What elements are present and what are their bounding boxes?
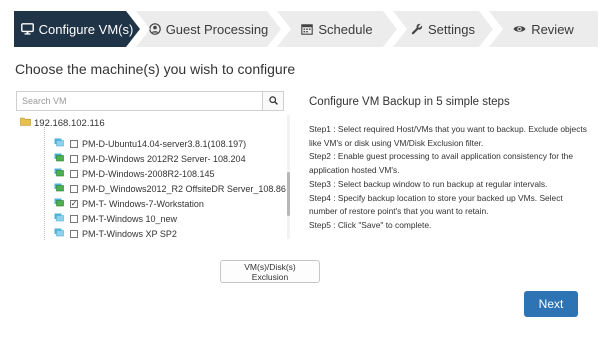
vm-offline-icon — [54, 228, 64, 239]
instruction-step: Step1 : Select required Host/VMs that yo… — [309, 124, 587, 148]
tree-root-label: 192.168.102.116 — [34, 117, 105, 129]
vm-checkbox[interactable] — [70, 214, 78, 223]
vm-offline-icon — [54, 138, 64, 149]
instruction-step: Step4 : Specify backup location to store… — [309, 192, 563, 217]
search-button[interactable] — [262, 92, 283, 110]
vm-offline-icon — [54, 213, 64, 224]
step-label: Schedule — [318, 21, 373, 37]
vm-online-icon — [54, 153, 64, 164]
vm-label: PM-D-Windows 2012R2 Server- 108.204 — [82, 153, 246, 164]
user-circle-icon — [149, 23, 161, 35]
vm-disk-exclusion-button[interactable]: VM(s)/Disk(s) Exclusion — [220, 260, 320, 283]
vm-checkbox[interactable] — [70, 169, 78, 178]
vm-item[interactable]: PM-D-Ubuntu14.04-server3.8.1(108.197) — [54, 138, 246, 149]
vm-label: PM-T- Windows-7-Workstation — [82, 198, 204, 209]
tree-connector — [44, 127, 45, 240]
next-button[interactable]: Next — [524, 291, 578, 317]
vm-item[interactable]: PM-T- Windows-7-Workstation — [54, 198, 204, 209]
vm-checkbox[interactable] — [70, 184, 78, 193]
step-schedule[interactable]: Schedule — [277, 11, 397, 47]
vm-checkbox[interactable] — [70, 154, 78, 163]
vm-tree: 192.168.102.116 PM-D-Ubuntu14.04-server3… — [16, 115, 290, 240]
step-label: Review — [531, 21, 574, 37]
vm-online-icon — [54, 198, 64, 209]
vm-checkbox[interactable] — [70, 229, 78, 238]
vm-item[interactable]: PM-D-Windows 2012R2 Server- 108.204 — [54, 153, 246, 164]
vm-label: PM-T-Windows 10_new — [82, 213, 178, 224]
step-guest-processing[interactable]: Guest Processing — [136, 11, 281, 47]
vm-label: PM-T-Windows XP SP2 — [82, 228, 177, 239]
step-review[interactable]: Review — [489, 11, 598, 47]
vm-checkbox[interactable] — [70, 139, 78, 148]
vm-item[interactable]: PM-T-Windows XP SP2 — [54, 228, 177, 239]
folder-icon — [20, 117, 31, 129]
step-label: Configure VM(s) — [38, 21, 134, 37]
step-configure-vms[interactable]: Configure VM(s) — [14, 11, 140, 47]
wrench-icon — [411, 23, 423, 35]
step-label: Settings — [428, 21, 475, 37]
vm-online-icon — [54, 168, 64, 179]
monitor-icon — [21, 23, 34, 35]
calendar-icon — [301, 23, 313, 35]
wizard-steps: Configure VM(s) Guest Processing Schedul… — [14, 11, 598, 47]
tree-root-host[interactable]: 192.168.102.116 — [20, 117, 105, 129]
instruction-step: Step3 : Select backup window to run back… — [309, 178, 548, 189]
vm-item[interactable]: PM-D_Windows2012_R2 OffsiteDR Server_108… — [54, 183, 286, 194]
tree-scrollbar-thumb[interactable] — [287, 172, 290, 216]
vm-item[interactable]: PM-T-Windows 10_new — [54, 213, 177, 224]
search-icon — [268, 92, 278, 110]
instructions-title: Configure VM Backup in 5 simple steps — [309, 96, 510, 108]
instructions-list: Step1 : Select required Host/VMs that yo… — [309, 123, 589, 233]
eye-icon — [513, 24, 526, 34]
search-box — [16, 91, 284, 111]
page-title: Choose the machine(s) you wish to config… — [15, 61, 296, 77]
instruction-step: Step2 : Enable guest processing to avail… — [309, 151, 573, 176]
vm-item[interactable]: PM-D-Windows-2008R2-108.145 — [54, 168, 215, 179]
vm-label: PM-D-Ubuntu14.04-server3.8.1(108.197) — [82, 138, 247, 149]
instruction-step: Step5 : Click "Save" to complete. — [309, 219, 432, 230]
step-settings[interactable]: Settings — [393, 11, 493, 47]
vm-label: PM-D-Windows-2008R2-108.145 — [82, 168, 215, 179]
vm-checkbox-checked[interactable] — [70, 199, 78, 208]
step-label: Guest Processing — [165, 21, 269, 37]
vm-online-icon — [54, 183, 64, 194]
search-vm-input[interactable] — [17, 92, 263, 110]
vm-label: PM-D_Windows2012_R2 OffsiteDR Server_108… — [82, 183, 286, 194]
